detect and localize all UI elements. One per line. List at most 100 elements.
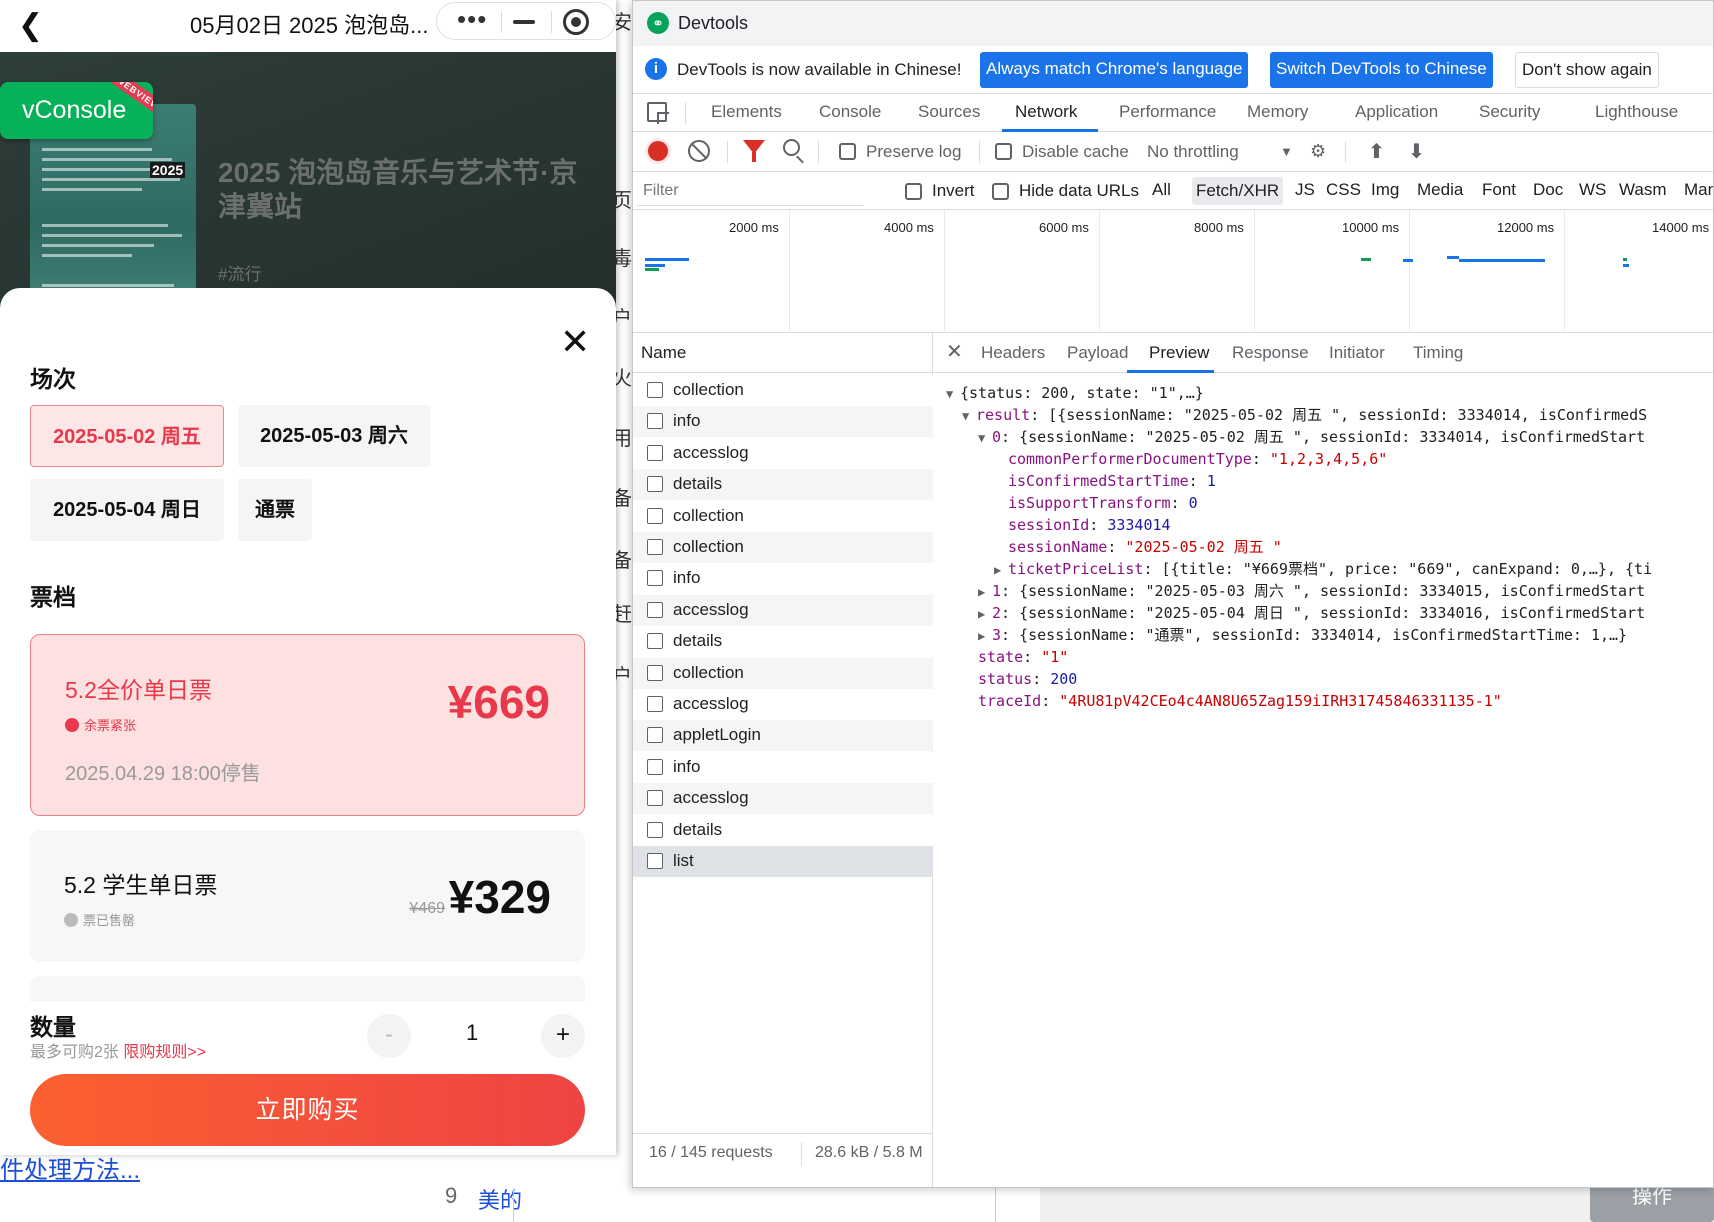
filter-type-doc[interactable]: Doc <box>1533 180 1563 200</box>
request-checkbox[interactable] <box>647 853 663 869</box>
json-line[interactable]: ▶ 3: {sessionName: "通票", sessionId: 33340… <box>978 623 1627 647</box>
request-checkbox[interactable] <box>647 696 663 712</box>
match-language-button[interactable]: Always match Chrome's language <box>980 52 1249 88</box>
dont-show-again-button[interactable]: Don't show again <box>1515 52 1659 88</box>
request-row[interactable]: collection <box>633 375 933 406</box>
throttling-select[interactable]: No throttling <box>1147 142 1239 162</box>
background-link[interactable]: 件处理方法... <box>0 1150 140 1185</box>
vconsole-button[interactable]: vConsole WEBVIEW <box>0 82 153 139</box>
filter-input[interactable] <box>637 176 863 206</box>
tab-initiator[interactable]: Initiator <box>1329 343 1385 363</box>
more-dots-icon[interactable]: ••• <box>457 4 487 35</box>
tab-lighthouse[interactable]: Lighthouse <box>1595 102 1678 122</box>
request-checkbox[interactable] <box>647 570 663 587</box>
tab-performance[interactable]: Performance <box>1119 102 1216 122</box>
search-icon[interactable] <box>783 139 800 156</box>
close-icon[interactable]: ✕ <box>560 324 590 360</box>
filter-type-img[interactable]: Img <box>1371 180 1399 200</box>
request-checkbox[interactable] <box>647 758 663 775</box>
json-line[interactable]: ▶ 2: {sessionName: "2025-05-04 周日 ", sess… <box>978 601 1645 625</box>
collapse-triangle-icon[interactable]: ▼ <box>962 404 976 428</box>
tab-memory[interactable]: Memory <box>1247 102 1308 122</box>
filter-type-media[interactable]: Media <box>1417 180 1463 200</box>
request-checkbox[interactable] <box>647 382 663 398</box>
json-line[interactable]: ▶ 1: {sessionName: "2025-05-03 周六 ", sess… <box>978 579 1645 603</box>
request-checkbox[interactable] <box>647 821 663 838</box>
request-row[interactable]: collection <box>633 500 933 532</box>
json-line[interactable]: ▼ 0: {sessionName: "2025-05-02 周五 ", sess… <box>978 425 1645 449</box>
name-column-header[interactable]: Name <box>633 333 933 373</box>
tab-timing[interactable]: Timing <box>1413 343 1463 363</box>
filter-type-wasm[interactable]: Wasm <box>1619 180 1667 200</box>
network-conditions-icon[interactable]: ⚙ <box>1310 141 1326 162</box>
request-checkbox[interactable] <box>647 507 663 524</box>
json-line[interactable]: ▶ ticketPriceList: [{title: "¥669票档", pri… <box>994 557 1652 581</box>
session-chip[interactable]: 2025-05-02 周五 <box>30 405 224 467</box>
close-miniprogram-icon[interactable] <box>563 9 589 35</box>
tab-payload[interactable]: Payload <box>1067 343 1128 363</box>
disable-cache-checkbox[interactable] <box>995 143 1012 160</box>
preserve-log-checkbox[interactable] <box>839 143 856 160</box>
ticket-card[interactable]: 5.2全价单日票 余票紧张 2025.04.29 18:00停售 ¥669 <box>30 634 585 816</box>
collapse-triangle-icon[interactable]: ▼ <box>946 382 960 406</box>
filter-type-ws[interactable]: WS <box>1579 180 1606 200</box>
request-row[interactable]: accesslog <box>633 783 933 815</box>
request-row[interactable]: appletLogin <box>633 720 933 752</box>
tab-security[interactable]: Security <box>1479 102 1540 122</box>
request-checkbox[interactable] <box>647 727 663 744</box>
record-icon[interactable] <box>648 141 668 161</box>
tab-sources[interactable]: Sources <box>918 102 980 122</box>
request-row[interactable]: list <box>633 846 933 877</box>
request-checkbox[interactable] <box>647 633 663 650</box>
session-chip[interactable]: 2025-05-03 周六 <box>238 405 430 467</box>
network-overview-timeline[interactable]: 2000 ms 4000 ms 6000 ms 8000 ms 10000 ms… <box>633 210 1713 333</box>
filter-type-manifest[interactable]: Man <box>1684 180 1713 200</box>
close-detail-icon[interactable]: ✕ <box>946 339 963 364</box>
request-checkbox[interactable] <box>647 413 663 430</box>
request-checkbox[interactable] <box>647 790 663 807</box>
tab-preview[interactable]: Preview <box>1149 343 1209 363</box>
request-checkbox[interactable] <box>647 601 663 618</box>
request-row[interactable]: details <box>633 626 933 658</box>
json-line[interactable]: ▼ result: [{sessionName: "2025-05-02 周五 "… <box>962 403 1647 427</box>
request-row[interactable]: info <box>633 751 933 783</box>
tab-network[interactable]: Network <box>1015 102 1077 122</box>
json-line[interactable]: ▼ {status: 200, state: "1",…} <box>946 381 1204 405</box>
hide-data-urls-checkbox[interactable] <box>992 183 1009 200</box>
dropdown-caret-icon[interactable]: ▼ <box>1280 144 1293 159</box>
filter-type-js[interactable]: JS <box>1295 180 1315 200</box>
tab-console[interactable]: Console <box>819 102 881 122</box>
minimize-icon[interactable] <box>513 20 535 24</box>
request-checkbox[interactable] <box>647 444 663 461</box>
request-row[interactable]: info <box>633 563 933 595</box>
filter-type-fetch-xhr[interactable]: Fetch/XHR <box>1192 177 1284 205</box>
tab-headers[interactable]: Headers <box>981 343 1045 363</box>
buy-now-button[interactable]: 立即购买 <box>30 1074 585 1146</box>
request-row[interactable]: collection <box>633 657 933 689</box>
collapse-triangle-icon[interactable]: ▼ <box>978 426 992 450</box>
import-har-icon[interactable]: ⬆ <box>1368 139 1385 164</box>
inspect-element-icon[interactable] <box>647 102 669 124</box>
quantity-minus-button[interactable]: - <box>367 1014 411 1058</box>
request-row[interactable]: details <box>633 814 933 846</box>
filter-icon[interactable] <box>743 140 765 162</box>
tab-elements[interactable]: Elements <box>711 102 782 122</box>
quantity-plus-button[interactable]: + <box>541 1014 585 1058</box>
session-chip[interactable]: 2025-05-04 周日 <box>30 479 224 541</box>
request-row[interactable]: details <box>633 469 933 501</box>
switch-chinese-button[interactable]: Switch DevTools to Chinese <box>1270 52 1493 88</box>
filter-type-font[interactable]: Font <box>1482 180 1516 200</box>
tab-application[interactable]: Application <box>1355 102 1438 122</box>
background-list-text[interactable]: 美的 <box>478 1183 522 1215</box>
ticket-card[interactable]: 5.2 学生单日票 票已售罄 ¥469 ¥329 <box>30 830 585 962</box>
invert-checkbox[interactable] <box>905 183 922 200</box>
request-checkbox[interactable] <box>647 664 663 681</box>
request-row[interactable]: accesslog <box>633 689 933 720</box>
request-row[interactable]: accesslog <box>633 437 933 469</box>
request-row[interactable]: info <box>633 406 933 438</box>
session-chip[interactable]: 通票 <box>238 479 312 541</box>
filter-type-all[interactable]: All <box>1152 180 1171 200</box>
clear-icon[interactable] <box>688 140 710 162</box>
quantity-rule-link[interactable]: 限购规则>> <box>123 1044 206 1061</box>
request-checkbox[interactable] <box>647 539 663 555</box>
